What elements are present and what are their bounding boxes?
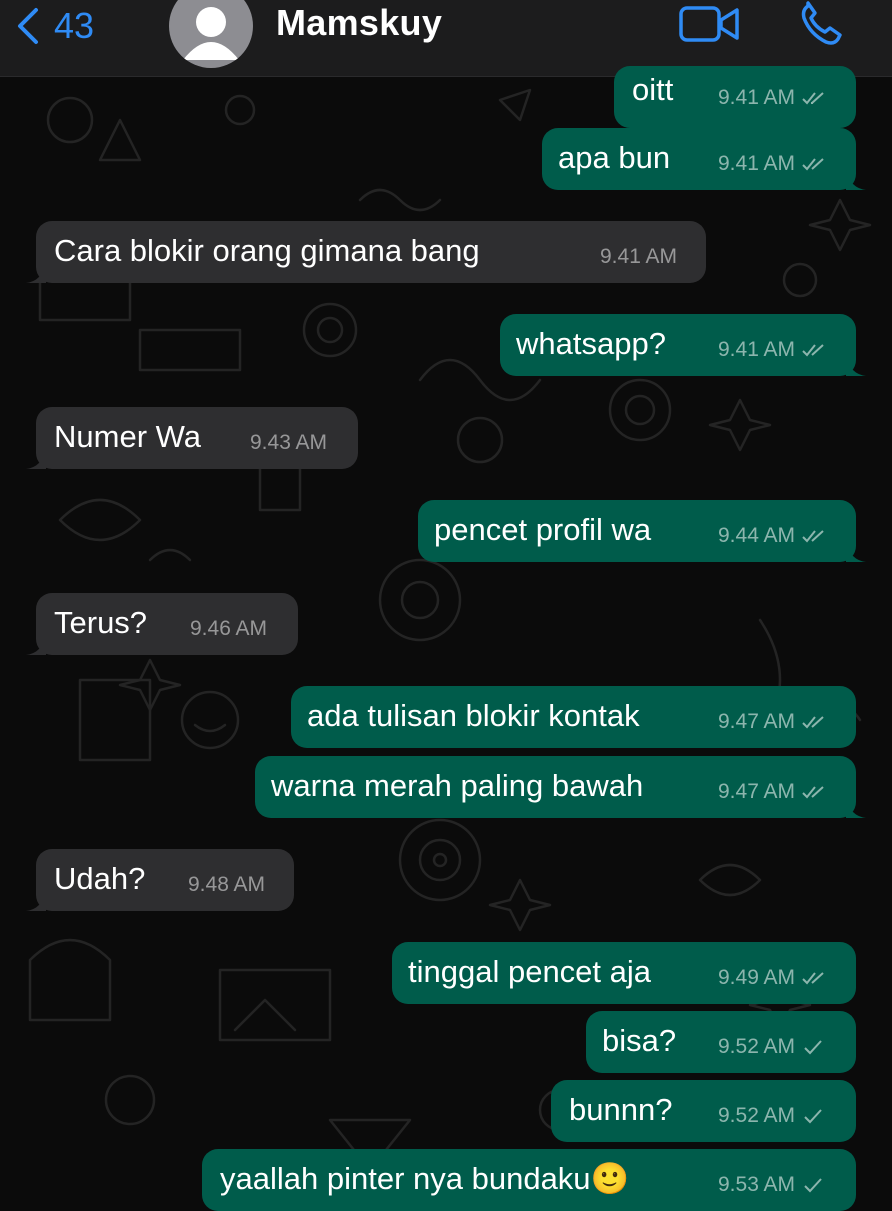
avatar[interactable] [169,0,253,68]
message-text: Terus? [54,605,148,640]
message-time: 9.41 AM [718,152,827,176]
video-call-button[interactable] [678,4,742,44]
single-check-icon [804,1040,822,1055]
message-time: 9.41 AM [718,338,827,362]
message-text: tinggal pencet aja [408,954,652,989]
message-time: 9.46 AM [190,617,268,640]
message-text: Udah? [54,861,146,896]
message-time: 9.52 AM [718,1104,827,1128]
message-text: warna merah paling bawah [271,768,644,803]
message-bubble-outgoing[interactable]: whatsapp? 9.41 AM [500,314,866,376]
message-time: 9.41 AM [600,245,678,268]
message-text: yaallah pinter nya bundaku🙂 [220,1161,630,1196]
message-bubble-outgoing[interactable]: warna merah paling bawah 9.47 AM [255,756,866,818]
chevron-left-icon [18,8,38,44]
unread-count: 43 [54,5,95,46]
message-text: oitt [632,72,674,107]
message-bubble-incoming[interactable]: Cara blokir orang gimana bang 9.41 AM [26,221,706,283]
single-check-icon [804,1178,822,1193]
message-bubble-outgoing[interactable]: apa bun 9.41 AM [542,128,866,190]
message-text: whatsapp? [516,326,666,361]
message-bubble-outgoing[interactable]: oitt 9.41 AM [614,66,856,128]
message-bubble-incoming[interactable]: Numer Wa 9.43 AM [26,407,358,469]
phone-call-icon [801,1,842,45]
message-text: ada tulisan blokir kontak [307,698,640,733]
double-check-icon [802,92,824,105]
double-check-icon [802,158,824,171]
avatar-placeholder-icon [183,7,239,60]
video-call-icon [679,6,739,42]
message-time: 9.43 AM [250,431,328,454]
message-text: apa bun [558,140,671,175]
message-bubble-outgoing[interactable]: yaallah pinter nya bundaku🙂 9.53 AM [202,1149,856,1211]
message-text: bisa? [602,1023,677,1058]
double-check-icon [802,972,824,985]
message-text: pencet profil wa [434,512,652,547]
double-check-icon [802,716,824,729]
message-text: Numer Wa [54,419,201,454]
message-time: 9.44 AM [718,524,827,548]
double-check-icon [802,530,824,543]
double-check-icon [802,344,824,357]
message-time: 9.47 AM [718,780,827,804]
message-bubble-outgoing[interactable]: bunnn? 9.52 AM [551,1080,856,1142]
message-time: 9.52 AM [718,1035,827,1059]
message-time: 9.53 AM [718,1173,827,1197]
message-bubble-outgoing[interactable]: tinggal pencet aja 9.49 AM [392,942,856,1004]
message-bubble-incoming[interactable]: Terus? 9.46 AM [26,593,298,655]
message-time: 9.48 AM [188,873,266,896]
message-bubble-outgoing[interactable]: bisa? 9.52 AM [586,1011,856,1073]
message-time: 9.41 AM [718,86,827,110]
voice-call-button[interactable] [798,0,850,48]
message-text: bunnn? [569,1092,673,1127]
message-text: Cara blokir orang gimana bang [54,233,480,268]
message-bubble-outgoing[interactable]: pencet profil wa 9.44 AM [418,500,866,562]
double-check-icon [802,786,824,799]
message-bubble-incoming[interactable]: Udah? 9.48 AM [26,849,294,911]
message-time: 9.49 AM [718,966,827,990]
message-time: 9.47 AM [718,710,827,734]
contact-name[interactable]: Mamskuy [276,2,442,44]
message-bubble-outgoing[interactable]: ada tulisan blokir kontak 9.47 AM [291,686,856,748]
back-button[interactable]: 43 [14,4,94,48]
single-check-icon [804,1109,822,1124]
